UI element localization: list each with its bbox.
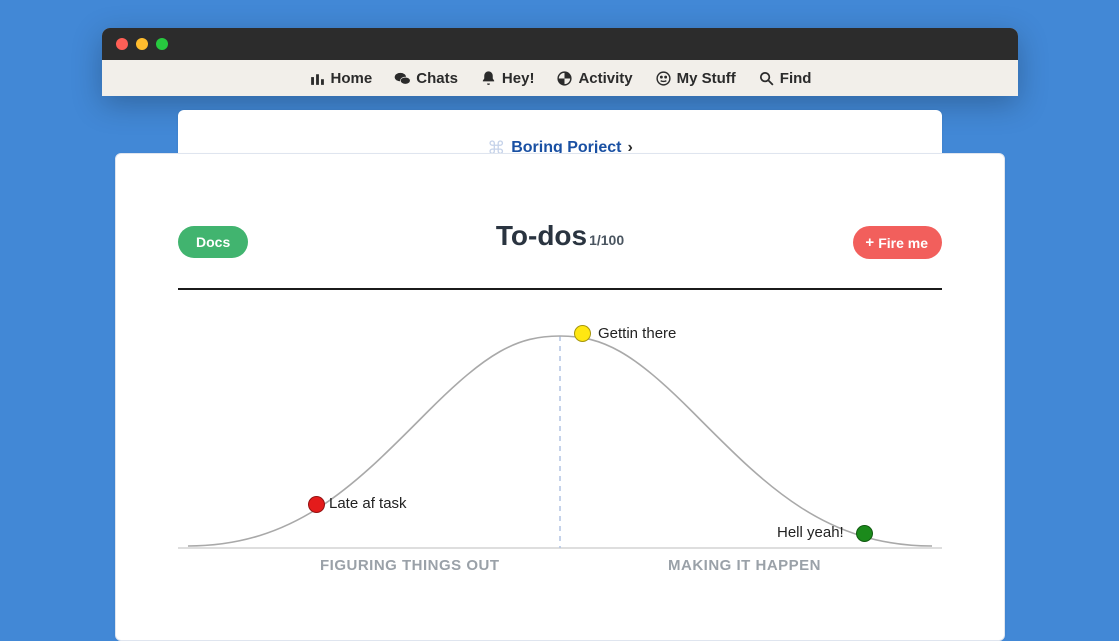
hill-chart: Late af task Gettin there Hell yeah! FIG… — [178, 332, 942, 602]
window-minimize-icon[interactable] — [136, 38, 148, 50]
chats-icon — [394, 70, 411, 87]
hill-dot-yellow[interactable] — [574, 325, 591, 342]
nav-hey[interactable]: Hey! — [480, 70, 535, 87]
nav-mystuff-label: My Stuff — [677, 70, 736, 87]
nav-find-label: Find — [780, 70, 812, 87]
hill-curve-svg — [178, 332, 942, 602]
card-header: Docs To-dos 1/100 + Fire me — [178, 226, 942, 266]
nav-chats-label: Chats — [416, 70, 458, 87]
hill-axis-right: MAKING IT HAPPEN — [668, 557, 821, 574]
fire-me-button[interactable]: + Fire me — [853, 226, 942, 259]
page-title-count: 1/100 — [589, 232, 624, 248]
page-title: To-dos — [496, 220, 587, 252]
activity-icon — [556, 70, 573, 87]
docs-button[interactable]: Docs — [178, 226, 248, 258]
nav-home[interactable]: Home — [309, 70, 373, 87]
page-title-wrap: To-dos 1/100 — [496, 220, 624, 252]
window-close-icon[interactable] — [116, 38, 128, 50]
hill-dot-red-label: Late af task — [329, 495, 407, 512]
search-icon — [758, 70, 775, 87]
home-icon — [309, 70, 326, 87]
nav-hey-label: Hey! — [502, 70, 535, 87]
hill-dot-green[interactable] — [856, 525, 873, 542]
header-divider — [178, 288, 942, 290]
nav-activity[interactable]: Activity — [556, 70, 632, 87]
nav-activity-label: Activity — [578, 70, 632, 87]
nav-home-label: Home — [331, 70, 373, 87]
hill-dot-red[interactable] — [308, 496, 325, 513]
nav-chats[interactable]: Chats — [394, 70, 458, 87]
window-zoom-icon[interactable] — [156, 38, 168, 50]
hill-dot-yellow-label: Gettin there — [598, 325, 676, 342]
plus-icon: + — [865, 234, 874, 251]
hill-dot-green-label: Hell yeah! — [777, 524, 844, 541]
hill-axis-left: FIGURING THINGS OUT — [320, 557, 500, 574]
smile-icon — [655, 70, 672, 87]
bell-icon — [480, 70, 497, 87]
top-nav: Home Chats Hey! Activity My Stuff — [102, 60, 1018, 96]
app-window: Home Chats Hey! Activity My Stuff — [102, 28, 1018, 96]
window-titlebar — [102, 28, 1018, 60]
main-card: Docs To-dos 1/100 + Fire me Late af task… — [115, 153, 1005, 641]
nav-mystuff[interactable]: My Stuff — [655, 70, 736, 87]
fire-me-label: Fire me — [878, 235, 928, 251]
nav-find[interactable]: Find — [758, 70, 812, 87]
